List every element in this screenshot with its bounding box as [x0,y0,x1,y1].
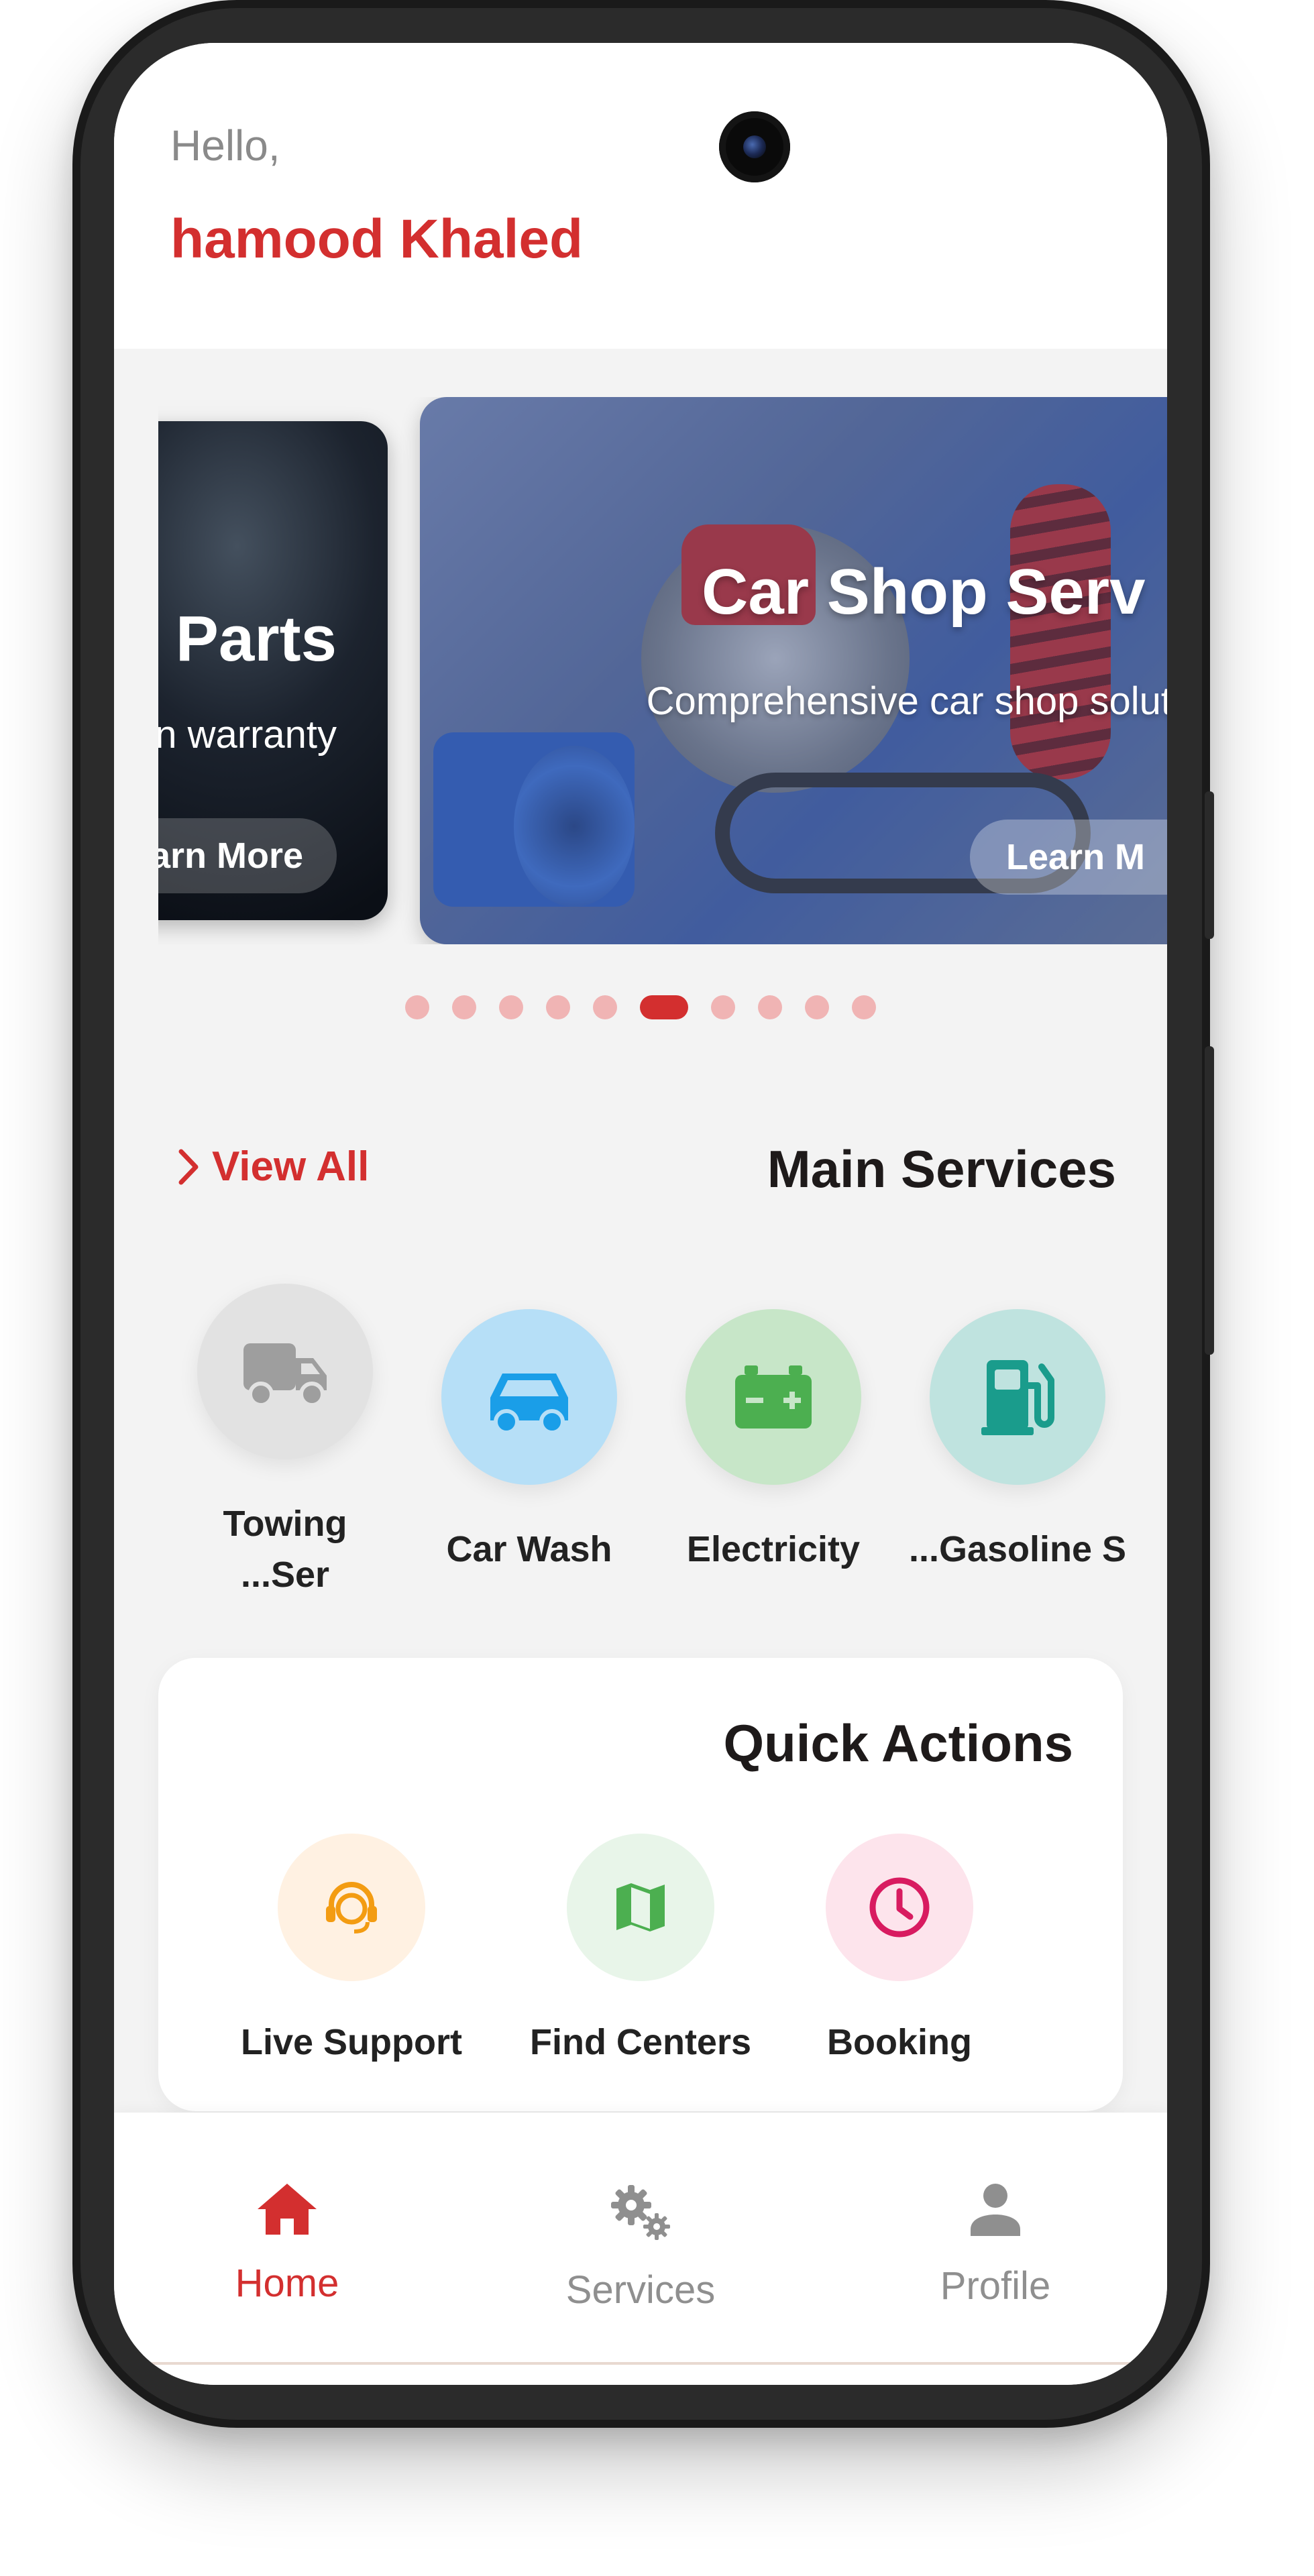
quick-action-find-centers[interactable]: Find Centers [513,1834,768,2063]
carousel-indicator [114,990,1167,1019]
service-electricity[interactable]: Electricity [663,1309,884,1575]
quick-action-label: Booking [827,2022,972,2062]
carousel-dot[interactable] [711,995,735,1019]
power-button [1205,1046,1214,1355]
promo-card-subtitle: Comprehensive car shop solution your ne [646,679,1167,723]
carousel-dot[interactable] [593,995,617,1019]
promo-card-title: Car Shop Serv [702,556,1146,628]
nav-label: Profile [940,2264,1051,2308]
main-services-title: Main Services [767,1139,1116,1198]
nav-home[interactable]: Home [166,2180,408,2306]
service-icon-circle [686,1309,861,1485]
service-car-wash[interactable]: Car Wash [419,1309,640,1575]
carousel-dot[interactable] [758,995,782,1019]
service-label: Car Wash [446,1529,612,1569]
nav-services[interactable]: Services [520,2180,761,2312]
gesture-bar-divider [114,2362,1167,2365]
quick-action-icon-circle [567,1834,714,1981]
fuel-pump-icon [981,1360,1054,1435]
bottom-navigation: Home Services Profile [114,2113,1167,2385]
truck-icon [243,1343,327,1407]
quick-action-icon-circle [826,1834,973,1981]
gears-icon [611,2185,670,2240]
nav-profile[interactable]: Profile [875,2180,1116,2308]
promo-card-parts[interactable]: e Parts n warranty arn More [158,421,388,920]
service-label: ...Gasoline S [908,1529,1127,1569]
view-all-link[interactable]: View All [177,1143,369,1190]
service-towing[interactable]: Towing ...Ser [174,1284,396,1600]
front-camera [719,111,790,182]
service-icon-circle [441,1309,617,1485]
car-icon [490,1374,568,1434]
view-all-label: View All [212,1143,370,1190]
quick-action-live-support[interactable]: Live Support [224,1834,479,2063]
promo-carousel[interactable]: e Parts n warranty arn More Car Shop Ser… [158,397,1167,944]
battery-icon [735,1365,812,1429]
service-icon-circle [930,1309,1105,1485]
promo-card-title: e Parts [158,603,337,675]
main-services-header: View All Main Services [170,1129,1116,1210]
quick-actions-card: Quick Actions Live Support Find Centers … [158,1658,1123,2111]
nav-label: Services [565,2268,716,2312]
header: Hello, hamood Khaled [114,43,1167,349]
clock-icon [869,1877,930,1938]
nav-label: Home [235,2261,339,2305]
service-label: Electricity [686,1529,861,1569]
quick-actions-title: Quick Actions [723,1714,1073,1773]
chevron-right-icon [178,1149,199,1184]
person-icon [971,2184,1020,2236]
promo-card-subtitle: n warranty [158,713,337,757]
learn-more-button[interactable]: Learn M [970,820,1167,895]
quick-action-icon-circle [278,1834,425,1981]
services-row: Towing ...Ser Car Wash Electricity ...Ga… [174,1284,1140,1606]
volume-button [1205,791,1214,939]
greeting-text: Hello, [170,121,280,170]
learn-more-button[interactable]: arn More [158,818,337,893]
carousel-dot[interactable] [805,995,829,1019]
quick-action-booking[interactable]: Booking [772,1834,1027,2063]
home-icon [258,2184,317,2235]
quick-action-label: Find Centers [529,2022,752,2062]
quick-action-label: Live Support [240,2022,462,2062]
service-icon-circle [197,1284,373,1459]
carousel-dot[interactable] [546,995,570,1019]
carousel-dot[interactable] [852,995,876,1019]
app-screen: Hello, hamood Khaled e Parts n warranty … [114,43,1167,2385]
carousel-dot[interactable] [452,995,476,1019]
carousel-dot[interactable] [405,995,429,1019]
service-label: Towing ...Ser [223,1504,347,1595]
service-gasoline[interactable]: ...Gasoline S [907,1309,1128,1575]
map-icon [616,1883,665,1931]
promo-card-car-shop[interactable]: Car Shop Serv Comprehensive car shop sol… [420,397,1167,944]
support-agent-icon [326,1882,377,1934]
carousel-dot[interactable] [499,995,523,1019]
user-name: hamood Khaled [170,209,584,270]
carousel-dot-active[interactable] [640,995,688,1019]
